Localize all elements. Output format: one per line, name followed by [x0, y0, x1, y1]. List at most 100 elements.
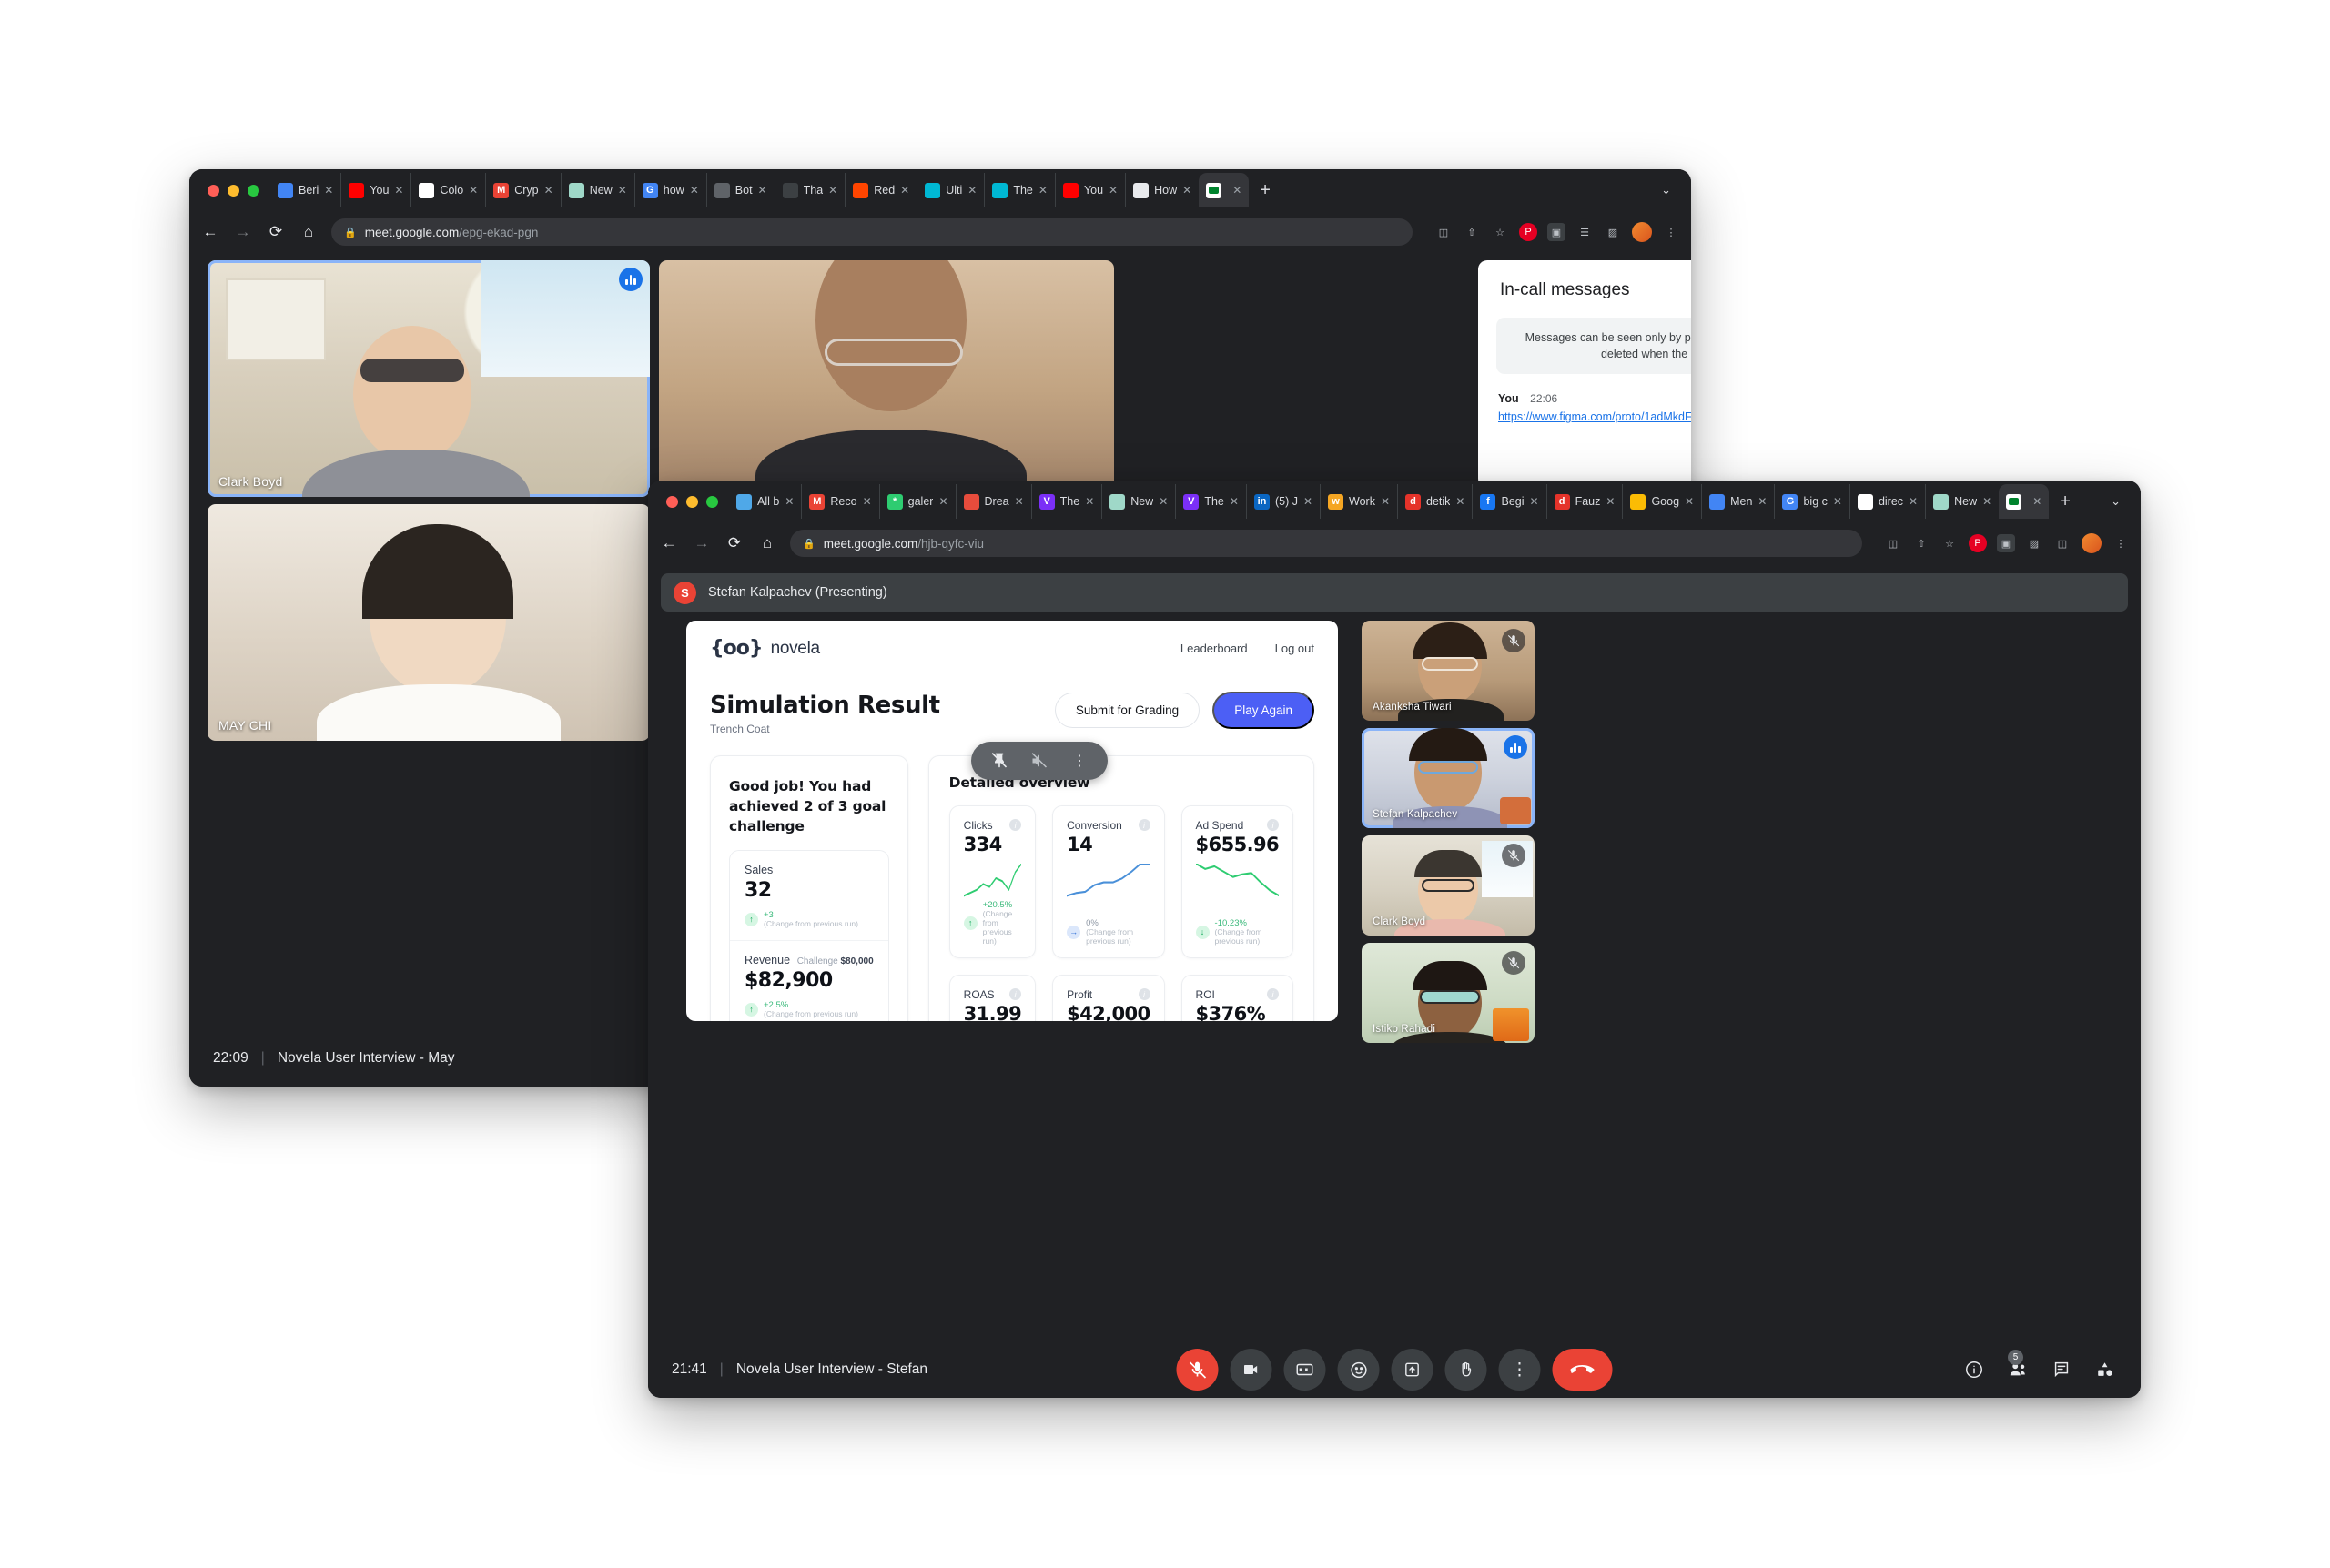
tab-close-icon[interactable]: ✕ — [1159, 495, 1168, 508]
front-omnibox-bar[interactable]: ← → ⟳ ⌂ 🔒 meet.google.com/hjb-qyfc-viu ◫… — [648, 522, 2141, 564]
cast-icon[interactable]: ◫ — [1884, 534, 1902, 552]
browser-tab[interactable]: •• direc ✕ — [1849, 484, 1925, 519]
tab-close-icon[interactable]: ✕ — [1230, 495, 1239, 508]
browser-tab[interactable]: Goog ✕ — [1622, 484, 1701, 519]
browser-tab[interactable]: ✕ — [1999, 484, 2050, 519]
bookmark-icon[interactable]: ☰ — [1575, 223, 1594, 241]
browser-tab[interactable]: You ✕ — [340, 173, 410, 207]
profile-avatar[interactable] — [2082, 533, 2102, 553]
close-window-button[interactable] — [208, 184, 219, 197]
puzzle-icon[interactable]: ▨ — [1604, 223, 1622, 241]
browser-tab[interactable]: Gbig c ✕ — [1774, 484, 1849, 519]
share-icon[interactable]: ⇧ — [1463, 223, 1481, 241]
browser-tab[interactable]: Ghow ✕ — [633, 173, 706, 207]
browser-tab[interactable]: How ✕ — [1125, 173, 1199, 207]
tab-close-icon[interactable]: ✕ — [1303, 495, 1312, 508]
share-icon[interactable]: ⇧ — [1912, 534, 1930, 552]
puzzle-icon[interactable]: ▨ — [2025, 534, 2043, 552]
tab-close-icon[interactable]: ✕ — [1833, 495, 1842, 508]
browser-tab[interactable]: in (5) J ✕ — [1245, 484, 1320, 519]
tab-close-icon[interactable]: ✕ — [1982, 495, 1991, 508]
metric-card[interactable]: Conversion i 14 → 0% (Change from previous ru… — [1052, 805, 1165, 958]
novela-logo[interactable]: {oo} novela — [710, 637, 820, 660]
info-icon[interactable]: i — [1009, 988, 1022, 1000]
maximize-window-button[interactable] — [248, 184, 259, 197]
back-nav-home-button[interactable]: ⌂ — [299, 223, 319, 241]
tab-close-icon[interactable]: ✕ — [1085, 495, 1094, 508]
info-icon[interactable]: i — [1138, 819, 1150, 831]
meet-control-bar[interactable]: ⋮ — [1176, 1349, 1613, 1391]
pin-off-icon[interactable] — [989, 751, 1009, 771]
tile-options-popover[interactable]: ⋮ — [971, 742, 1108, 780]
close-window-button[interactable] — [666, 495, 678, 508]
back-address-bar[interactable]: 🔒 meet.google.com/epg-ekad-pgn — [331, 218, 1413, 246]
back-tile-may[interactable]: MAY CHI — [208, 504, 650, 741]
front-nav-home-button[interactable]: ⌂ — [757, 534, 777, 552]
present-button[interactable] — [1391, 1349, 1433, 1391]
tab-close-icon[interactable]: ✕ — [544, 184, 553, 197]
browser-tab[interactable]: Drea ✕ — [955, 484, 1031, 519]
tab-search-button[interactable]: ⌄ — [2098, 494, 2133, 509]
back-tile-clark[interactable]: Clark Boyd — [208, 260, 650, 497]
back-nav-back-button[interactable]: ← — [200, 223, 220, 241]
browser-tab[interactable]: Tha ✕ — [774, 173, 846, 207]
minimize-window-button[interactable] — [686, 495, 698, 508]
back-nav-reload-button[interactable]: ⟳ — [266, 223, 286, 241]
browser-tab[interactable]: d Fauz ✕ — [1545, 484, 1623, 519]
pinterest-icon[interactable]: P — [1519, 223, 1537, 241]
star-icon[interactable]: ☆ — [1491, 223, 1509, 241]
overflow-menu-icon[interactable]: ⋮ — [2112, 534, 2130, 552]
front-tile-stefan[interactable]: Stefan Kalpachev — [1362, 728, 1535, 828]
logout-link[interactable]: Log out — [1275, 642, 1314, 655]
browser-tab[interactable]: f Begi ✕ — [1472, 484, 1545, 519]
leaderboard-link[interactable]: Leaderboard — [1180, 642, 1248, 655]
info-icon[interactable]: i — [1267, 819, 1279, 831]
tab-close-icon[interactable]: ✕ — [1455, 495, 1464, 508]
leave-call-button[interactable] — [1552, 1349, 1613, 1391]
back-nav-forward-button[interactable]: → — [233, 223, 253, 241]
browser-tab[interactable]: ✕ — [1199, 173, 1250, 207]
volume-off-icon[interactable] — [1029, 751, 1049, 771]
back-tile-participant[interactable] — [659, 260, 1114, 497]
info-icon[interactable]: i — [1138, 988, 1150, 1000]
tab-close-icon[interactable]: ✕ — [1015, 495, 1024, 508]
browser-tab[interactable]: New ✕ — [560, 173, 634, 207]
front-tile-istiko[interactable]: Istiko Rahadi — [1362, 943, 1535, 1043]
tab-close-icon[interactable]: ✕ — [1182, 184, 1191, 197]
browser-tab[interactable]: All b ✕ — [729, 484, 801, 519]
chat-button[interactable] — [2050, 1358, 2073, 1381]
chat-message-link[interactable]: https://www.figma.com/proto/1adMkdFUTaqV… — [1498, 410, 1691, 423]
tab-close-icon[interactable]: ✕ — [900, 184, 909, 197]
front-extensions-tray[interactable]: ◫ ⇧ ☆ P ▣ ▨ ◫ ⋮ — [1875, 533, 2130, 553]
back-window-traffic-lights[interactable] — [197, 184, 270, 197]
tab-close-icon[interactable]: ✕ — [863, 495, 872, 508]
novela-nav-links[interactable]: Leaderboard Log out — [1180, 642, 1314, 655]
meeting-details-button[interactable] — [1962, 1358, 1986, 1381]
tab-close-icon[interactable]: ✕ — [469, 184, 478, 197]
back-omnibox-bar[interactable]: ← → ⟳ ⌂ 🔒 meet.google.com/epg-ekad-pgn ◫… — [189, 211, 1691, 253]
browser-tab[interactable]: New ✕ — [1925, 484, 1999, 519]
front-address-bar[interactable]: 🔒 meet.google.com/hjb-qyfc-viu — [790, 530, 1862, 557]
browser-tab[interactable]: M Reco ✕ — [801, 484, 878, 519]
tab-close-icon[interactable]: ✕ — [785, 495, 794, 508]
presented-novela-app[interactable]: {oo} novela Leaderboard Log out Simulati… — [686, 621, 1338, 1021]
pinterest-icon[interactable]: P — [1969, 534, 1987, 552]
more-vert-icon[interactable]: ⋮ — [1069, 751, 1089, 771]
maximize-window-button[interactable] — [706, 495, 718, 508]
tab-close-icon[interactable]: ✕ — [394, 184, 403, 197]
front-nav-reload-button[interactable]: ⟳ — [724, 534, 745, 552]
browser-tab[interactable]: V The ✕ — [1030, 484, 1102, 519]
browser-tab[interactable]: Red ✕ — [845, 173, 917, 207]
browser-tab[interactable]: Bot ✕ — [705, 173, 775, 207]
browser-tab[interactable]: The ✕ — [984, 173, 1055, 207]
tab-close-icon[interactable]: ✕ — [1109, 184, 1118, 197]
tab-close-icon[interactable]: ✕ — [1758, 495, 1767, 508]
browser-tab[interactable]: w Work ✕ — [1320, 484, 1397, 519]
front-browser-window[interactable]: All b ✕ M Reco ✕ * galer ✕ Drea ✕ V The ✕ New ✕ V The ✕ in… — [648, 481, 2141, 1398]
tab-close-icon[interactable]: ✕ — [324, 184, 333, 197]
raise-hand-button[interactable] — [1444, 1349, 1487, 1391]
browser-tab[interactable]: Men ✕ — [1701, 484, 1774, 519]
front-tab-strip[interactable]: All b ✕ M Reco ✕ * galer ✕ Drea ✕ V The ✕ New ✕ V The ✕ in… — [648, 481, 2141, 522]
more-options-button[interactable]: ⋮ — [1498, 1349, 1541, 1391]
camera-button[interactable] — [1230, 1349, 1272, 1391]
